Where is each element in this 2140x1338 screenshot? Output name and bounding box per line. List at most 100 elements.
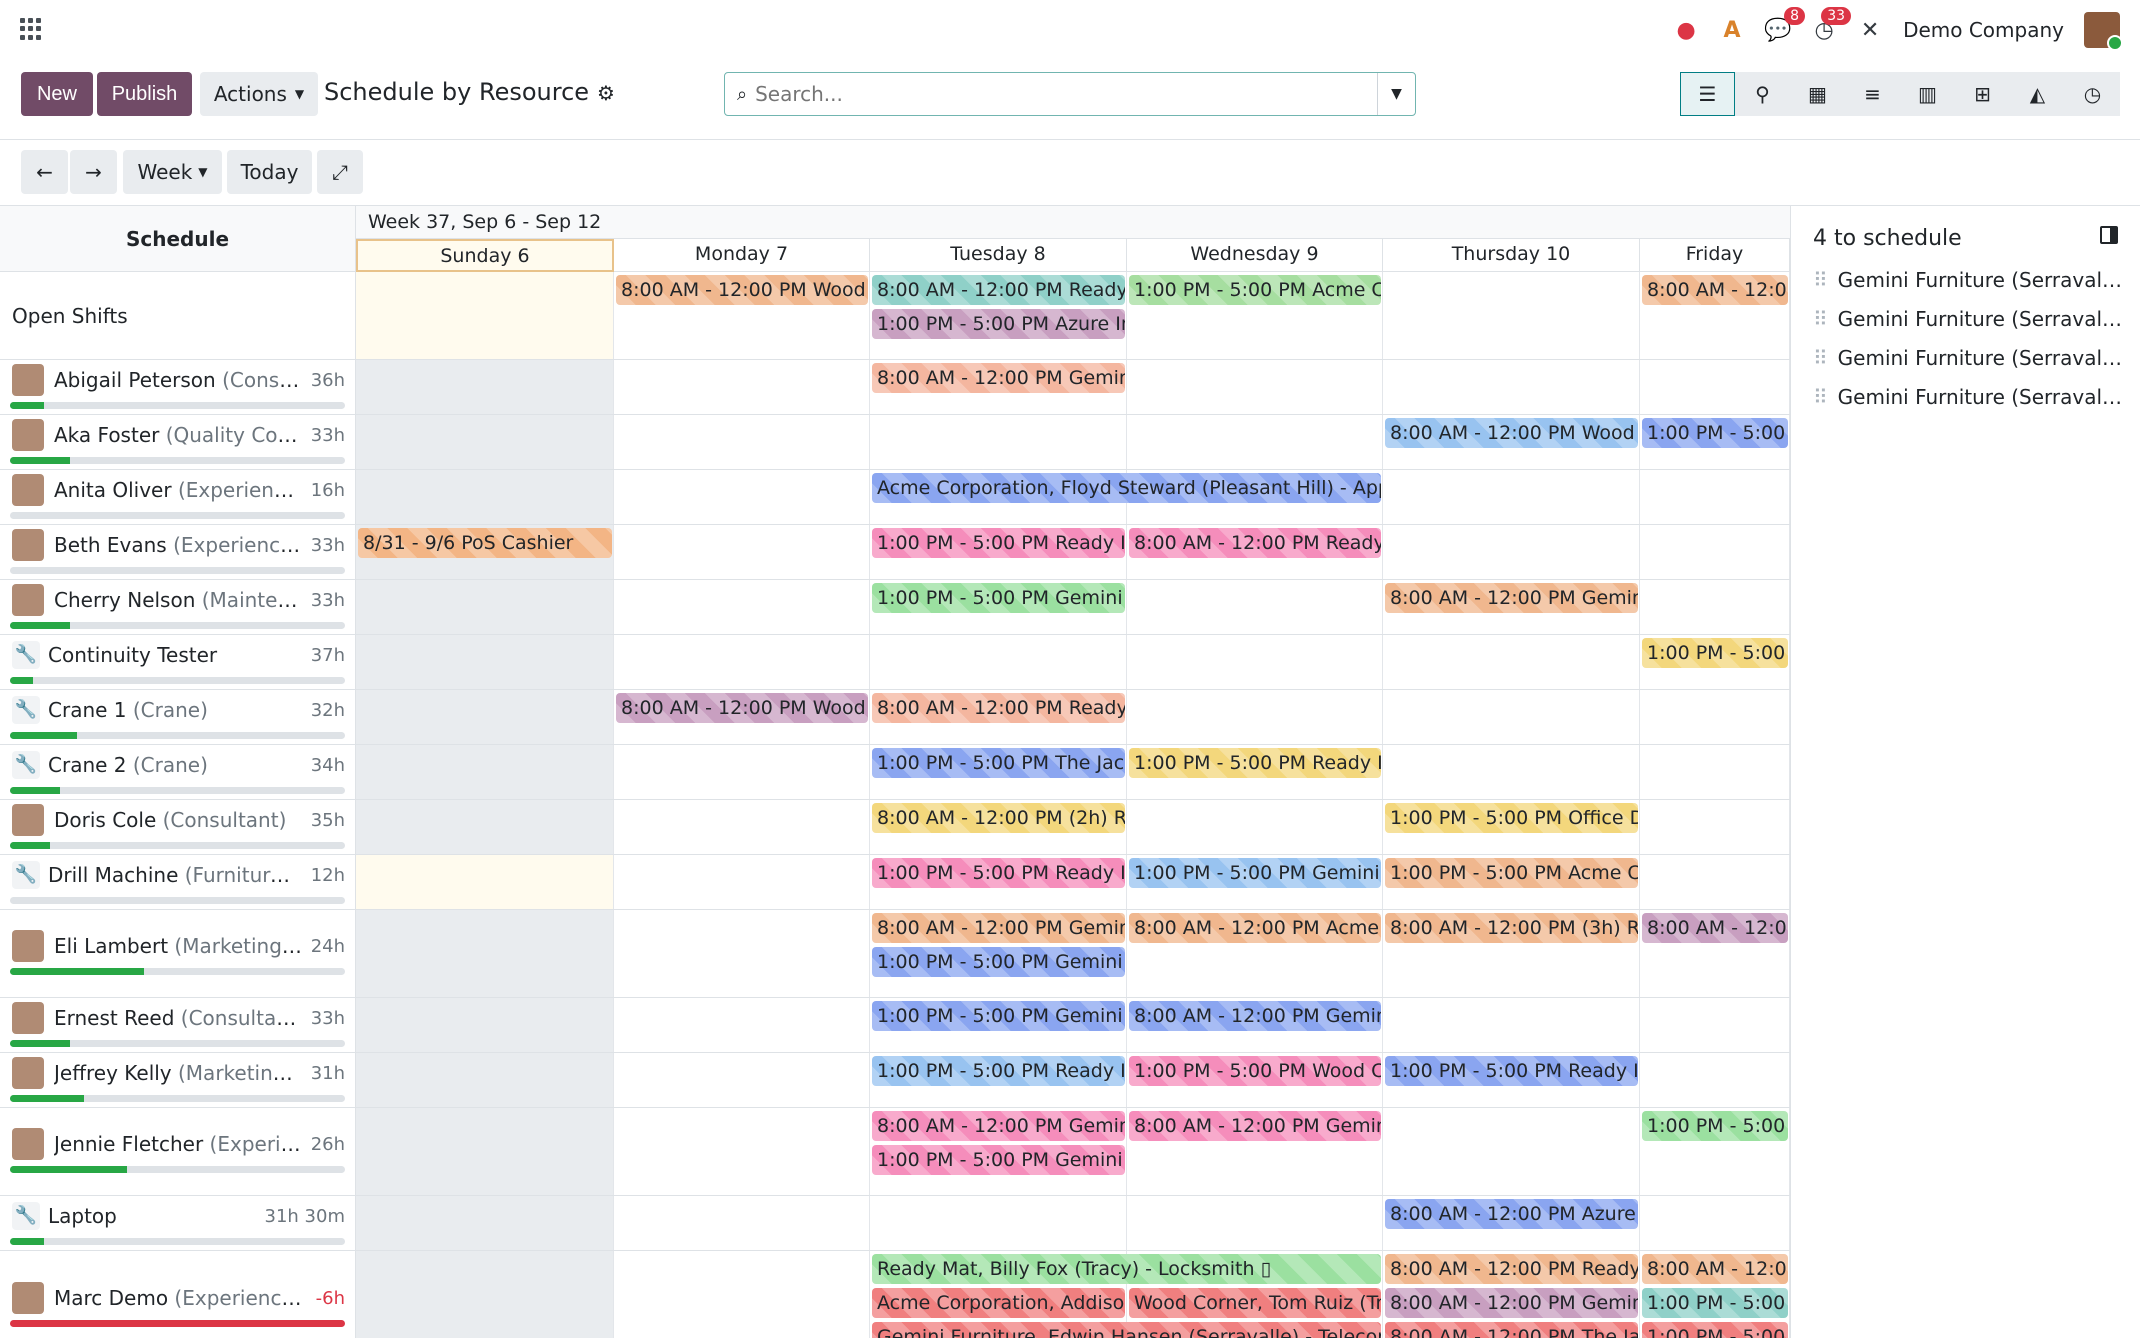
shift-pill[interactable]: 8:00 AM - 12:00 PM (3h) R bbox=[1385, 913, 1638, 943]
shift-pill[interactable]: 1:00 PM - 5:00 PM Acme C bbox=[1129, 275, 1381, 305]
day-cell[interactable] bbox=[356, 360, 614, 414]
day-cell[interactable] bbox=[356, 1196, 614, 1250]
day-cell[interactable] bbox=[1640, 855, 1790, 909]
day-cell[interactable] bbox=[1383, 690, 1640, 744]
actions-dropdown[interactable]: Actions ▼ bbox=[200, 72, 318, 116]
day-cell[interactable] bbox=[614, 800, 870, 854]
shift-pill[interactable]: 1:00 PM - 5:00 bbox=[1642, 1288, 1788, 1318]
drag-handle-icon[interactable]: ⠿ bbox=[1813, 385, 1828, 409]
shift-pill[interactable]: 8:00 AM - 12:00 PM Azure bbox=[1385, 1199, 1638, 1229]
today-button[interactable]: Today bbox=[227, 150, 312, 194]
day-cell[interactable] bbox=[614, 745, 870, 799]
day-cell[interactable] bbox=[614, 1108, 870, 1195]
day-cell[interactable] bbox=[1127, 690, 1383, 744]
day-cell[interactable] bbox=[614, 470, 870, 524]
day-cell[interactable] bbox=[614, 635, 870, 689]
day-cell[interactable] bbox=[356, 580, 614, 634]
day-cell[interactable] bbox=[870, 415, 1127, 469]
publish-button[interactable]: Publish bbox=[97, 72, 192, 116]
search-options-toggle[interactable]: ▼ bbox=[1377, 73, 1415, 115]
day-cell[interactable] bbox=[614, 580, 870, 634]
shift-pill[interactable]: Acme Corporation, Addison bbox=[872, 1288, 1125, 1318]
shift-pill[interactable]: 1:00 PM - 5:00 bbox=[1642, 638, 1788, 668]
record-icon[interactable]: ● bbox=[1673, 17, 1699, 43]
user-avatar[interactable] bbox=[2084, 12, 2123, 51]
shift-pill[interactable]: 1:00 PM - 5:00 PM Gemini bbox=[872, 1001, 1125, 1031]
shift-pill[interactable]: Acme Corporation, Floyd Steward (Pleasan… bbox=[872, 473, 1381, 503]
day-cell[interactable] bbox=[356, 1108, 614, 1195]
activity-view-icon[interactable]: ◷ bbox=[2065, 72, 2120, 116]
expand-icon[interactable]: ⤢ bbox=[317, 150, 363, 194]
day-cell[interactable] bbox=[1640, 360, 1790, 414]
day-cell[interactable] bbox=[614, 1053, 870, 1107]
shift-pill[interactable]: 8:00 AM - 12:00 PM Acme bbox=[1129, 913, 1381, 943]
company-switcher[interactable]: Demo Company bbox=[1903, 18, 2064, 42]
shift-pill[interactable]: 8:00 AM - 12:00 PM Gemini bbox=[1129, 1111, 1381, 1141]
day-cell[interactable] bbox=[356, 1251, 614, 1338]
shift-pill[interactable]: 1:00 PM - 5:00 PM Gemini bbox=[872, 583, 1125, 613]
chat-icon[interactable]: 💬 8 bbox=[1764, 7, 1806, 43]
day-cell[interactable] bbox=[1640, 690, 1790, 744]
shift-pill[interactable]: 8:00 AM - 12:00 PM Ready bbox=[872, 693, 1125, 723]
drag-handle-icon[interactable]: ⠿ bbox=[1813, 268, 1828, 292]
shift-pill[interactable]: 8:00 AM - 12:00 PM The Ja bbox=[1385, 1322, 1638, 1338]
previous-arrow-icon[interactable]: ← bbox=[21, 150, 68, 194]
shift-pill[interactable]: 8:00 AM - 12:00 PM Wood bbox=[616, 275, 868, 305]
day-cell[interactable] bbox=[356, 690, 614, 744]
day-cell[interactable] bbox=[1383, 525, 1640, 579]
day-cell[interactable] bbox=[1640, 998, 1790, 1052]
shift-pill[interactable]: 1:00 PM - 5:00 PM Gemini bbox=[872, 947, 1125, 977]
day-cell[interactable] bbox=[1127, 800, 1383, 854]
day-cell[interactable] bbox=[1640, 1053, 1790, 1107]
day-cell[interactable] bbox=[614, 910, 870, 997]
day-cell[interactable] bbox=[1640, 470, 1790, 524]
to-schedule-item[interactable]: ⠿ Gemini Furniture (Serravalle) - ... bbox=[1813, 307, 2123, 331]
day-cell[interactable] bbox=[614, 360, 870, 414]
shift-pill[interactable]: 1:00 PM - 5:00 PM Ready I bbox=[872, 1056, 1125, 1086]
day-cell[interactable] bbox=[614, 855, 870, 909]
gantt-view-icon[interactable]: ☰ bbox=[1680, 72, 1735, 116]
day-cell[interactable] bbox=[614, 525, 870, 579]
search-input[interactable] bbox=[747, 74, 1377, 114]
day-cell[interactable] bbox=[356, 910, 614, 997]
calendar-view-icon[interactable]: ▦ bbox=[1790, 72, 1845, 116]
apps-menu-icon[interactable] bbox=[20, 18, 42, 40]
shift-pill[interactable]: Ready Mat, Billy Fox (Tracy) - Locksmith… bbox=[872, 1254, 1381, 1284]
shift-pill[interactable]: 8:00 AM - 12:00 PM Gemini bbox=[1385, 583, 1638, 613]
activity-clock-icon[interactable]: ◷ 33 bbox=[1811, 7, 1852, 43]
shift-pill[interactable]: 8:00 AM - 12:00 PM Ready bbox=[872, 275, 1125, 305]
shift-pill[interactable]: 8:00 AM - 12:00 PM Gemini bbox=[1385, 1288, 1638, 1318]
shift-pill[interactable]: 8:00 AM - 12:00 PM (2h) R bbox=[872, 803, 1125, 833]
shift-pill[interactable]: 8:00 AM - 12:00 PM Gemini bbox=[872, 363, 1125, 393]
shift-pill[interactable]: 1:00 PM - 5:00 PM Azure In bbox=[872, 309, 1125, 339]
shift-pill[interactable]: 8:00 AM - 12:00 bbox=[1642, 1254, 1788, 1284]
day-cell[interactable] bbox=[1127, 635, 1383, 689]
new-button[interactable]: New bbox=[21, 72, 93, 116]
shift-pill[interactable]: 1:00 PM - 5:00 bbox=[1642, 1322, 1788, 1338]
day-cell[interactable] bbox=[1127, 360, 1383, 414]
day-cell[interactable] bbox=[356, 272, 614, 359]
shift-pill[interactable]: Wood Corner, Tom Ruiz (Tr bbox=[1129, 1288, 1381, 1318]
day-cell[interactable] bbox=[356, 415, 614, 469]
day-cell[interactable] bbox=[1640, 1196, 1790, 1250]
graph-view-icon[interactable]: ◭ bbox=[2010, 72, 2065, 116]
day-cell[interactable] bbox=[1127, 415, 1383, 469]
day-cell[interactable] bbox=[1383, 1108, 1640, 1195]
day-cell[interactable] bbox=[1383, 745, 1640, 799]
shift-pill[interactable]: 8:00 AM - 12:00 PM Gemini bbox=[872, 1111, 1125, 1141]
shift-pill[interactable]: Gemini Furniture, Edwin Hansen (Serraval… bbox=[872, 1322, 1381, 1338]
shift-pill[interactable]: 1:00 PM - 5:00 bbox=[1642, 418, 1788, 448]
day-cell[interactable] bbox=[1383, 360, 1640, 414]
shift-pill[interactable]: 8:00 AM - 12:00 PM Ready bbox=[1129, 528, 1381, 558]
shift-pill[interactable]: 1:00 PM - 5:00 PM Wood C bbox=[1129, 1056, 1381, 1086]
panel-toggle-icon[interactable] bbox=[2100, 226, 2118, 244]
to-schedule-item[interactable]: ⠿ Gemini Furniture (Serravalle) - ... bbox=[1813, 385, 2123, 409]
to-schedule-item[interactable]: ⠿ Gemini Furniture (Serravalle) - ... bbox=[1813, 268, 2123, 292]
shift-pill[interactable]: 8/31 - 9/6 PoS Cashier bbox=[358, 528, 612, 558]
day-cell[interactable] bbox=[1383, 998, 1640, 1052]
shift-pill[interactable]: 1:00 PM - 5:00 PM Gemini bbox=[1129, 858, 1381, 888]
shift-pill[interactable]: 8:00 AM - 12:00 PM Gemini bbox=[872, 913, 1125, 943]
day-cell[interactable] bbox=[1640, 525, 1790, 579]
day-cell[interactable] bbox=[1640, 800, 1790, 854]
day-cell[interactable] bbox=[356, 998, 614, 1052]
